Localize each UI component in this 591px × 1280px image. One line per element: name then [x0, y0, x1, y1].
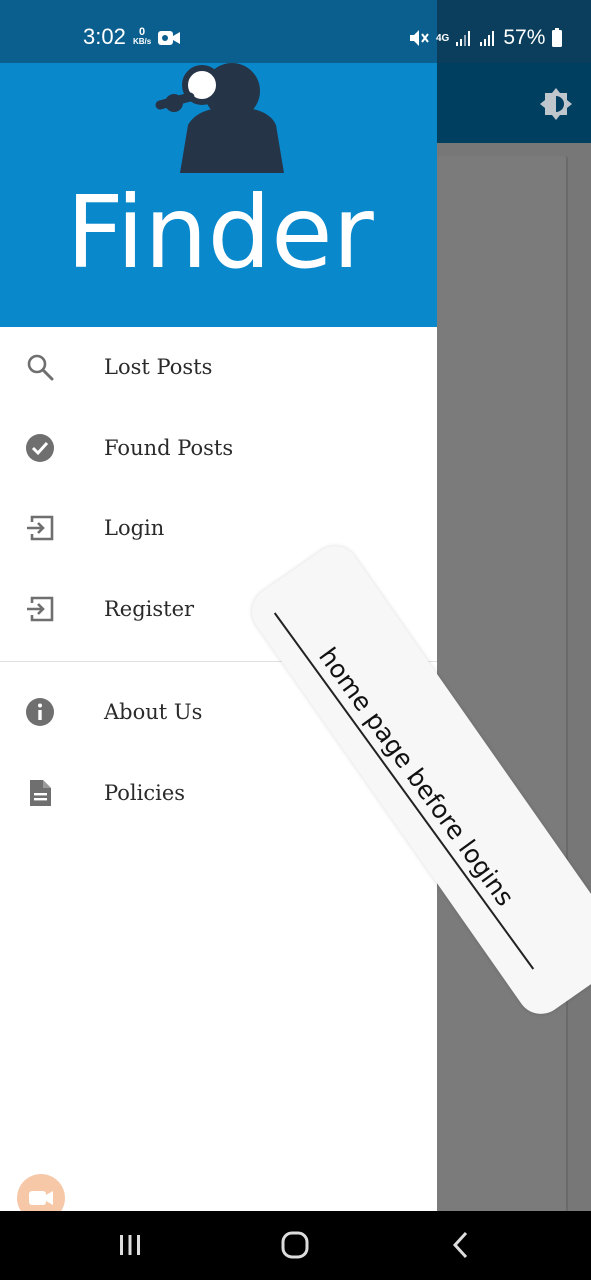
mute-icon: [410, 30, 429, 46]
menu-item-label: Policies: [104, 780, 186, 805]
status-bar: 3:02 0 KB/s 4G 57%: [0, 0, 591, 63]
menu-item-label: Found Posts: [104, 435, 234, 460]
network-type: 4G: [436, 32, 450, 44]
signal-icon: [480, 31, 495, 46]
info-icon: [26, 698, 54, 727]
menu-item-label: Register: [104, 596, 195, 621]
signal-icon: [456, 31, 471, 46]
video-camera-icon: [158, 31, 180, 45]
status-time: 3:02: [83, 24, 126, 49]
detective-logo-icon: [155, 63, 284, 173]
drawer-header: Finder: [0, 63, 437, 327]
status-icons: 4G 57%: [408, 25, 563, 51]
net-speed-unit: KB/s: [133, 37, 152, 46]
brand-name: Finder: [66, 181, 374, 281]
menu-item-label: Lost Posts: [104, 355, 213, 380]
login-icon: [27, 515, 54, 541]
check-circle-icon: [26, 433, 54, 462]
menu-item-label: About Us: [104, 700, 203, 725]
menu-item-found-posts[interactable]: Found Posts: [0, 408, 437, 489]
menu-item-lost-posts[interactable]: Lost Posts: [0, 327, 437, 408]
battery-percent: 57%: [503, 26, 546, 49]
brand-logo: Finder: [66, 181, 374, 281]
menu-item-login[interactable]: Login: [0, 488, 437, 569]
net-speed: 0 KB/s: [133, 27, 151, 46]
search-icon: [27, 354, 54, 381]
system-nav-bar: [0, 1211, 591, 1280]
brightness-icon[interactable]: [538, 86, 574, 122]
register-icon: [27, 596, 54, 622]
back-icon[interactable]: [441, 1225, 481, 1265]
home-icon[interactable]: [275, 1225, 315, 1265]
document-icon: [30, 779, 51, 806]
battery-icon: [552, 28, 563, 47]
menu-item-label: Login: [104, 516, 165, 541]
recent-apps-icon[interactable]: [110, 1225, 150, 1265]
